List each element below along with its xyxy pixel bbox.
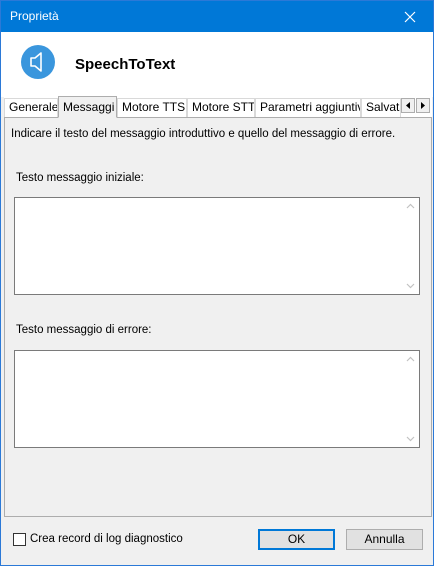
scroll-up-icon [406, 356, 415, 362]
tab-scroll-left-button[interactable] [401, 98, 415, 113]
tab-parametri-aggiuntivi[interactable]: Parametri aggiuntivi [255, 98, 361, 117]
tab-motore-stt[interactable]: Motore STT [187, 98, 255, 117]
tab-salvata[interactable]: Salvata [361, 98, 401, 117]
title-bar: Proprietà [1, 1, 433, 32]
tab-label: Generale [9, 100, 58, 114]
tab-label: Motore TTS [122, 100, 186, 114]
diagnostic-log-checkbox[interactable] [13, 533, 26, 546]
tab-label: Motore STT [192, 100, 255, 114]
cancel-button[interactable]: Annulla [346, 529, 423, 550]
app-name: SpeechToText [75, 56, 176, 73]
header-area: SpeechToText [1, 32, 433, 97]
intro-text: Indicare il testo del messaggio introdut… [11, 128, 396, 140]
error-message-textarea[interactable] [14, 350, 420, 448]
ok-button[interactable]: OK [258, 529, 335, 550]
tab-label: Salvata [366, 100, 400, 114]
scroll-up-icon [406, 203, 415, 209]
speaker-icon [21, 45, 55, 79]
arrow-right-icon [421, 102, 425, 109]
error-message-label: Testo messaggio di errore: [16, 324, 152, 336]
scroll-down-icon [406, 283, 415, 289]
window-title: Proprietà [10, 9, 59, 23]
scroll-down-icon [406, 436, 415, 442]
close-button[interactable] [387, 1, 433, 32]
tab-strip: Generale Messaggi Motore TTS Motore STT … [4, 96, 432, 118]
tab-label: Messaggi [63, 100, 115, 114]
tab-generale[interactable]: Generale [4, 98, 58, 117]
diagnostic-log-label[interactable]: Crea record di log diagnostico [30, 533, 183, 545]
tab-messaggi[interactable]: Messaggi [58, 96, 117, 118]
initial-message-scrollbar[interactable] [402, 198, 419, 294]
tab-motore-tts[interactable]: Motore TTS [117, 98, 187, 117]
initial-message-textarea[interactable] [14, 197, 420, 295]
error-message-scrollbar[interactable] [402, 351, 419, 447]
tab-label: Parametri aggiuntivi [260, 100, 361, 114]
dialog-footer: Crea record di log diagnostico OK Annull… [1, 517, 433, 565]
properties-dialog: Proprietà SpeechToText Generale Messaggi… [0, 0, 434, 566]
tab-panel-messaggi: Indicare il testo del messaggio introdut… [4, 117, 432, 517]
arrow-left-icon [406, 102, 410, 109]
close-icon [404, 11, 416, 22]
tab-scroll-right-button[interactable] [416, 98, 430, 113]
initial-message-label: Testo messaggio iniziale: [16, 172, 144, 184]
